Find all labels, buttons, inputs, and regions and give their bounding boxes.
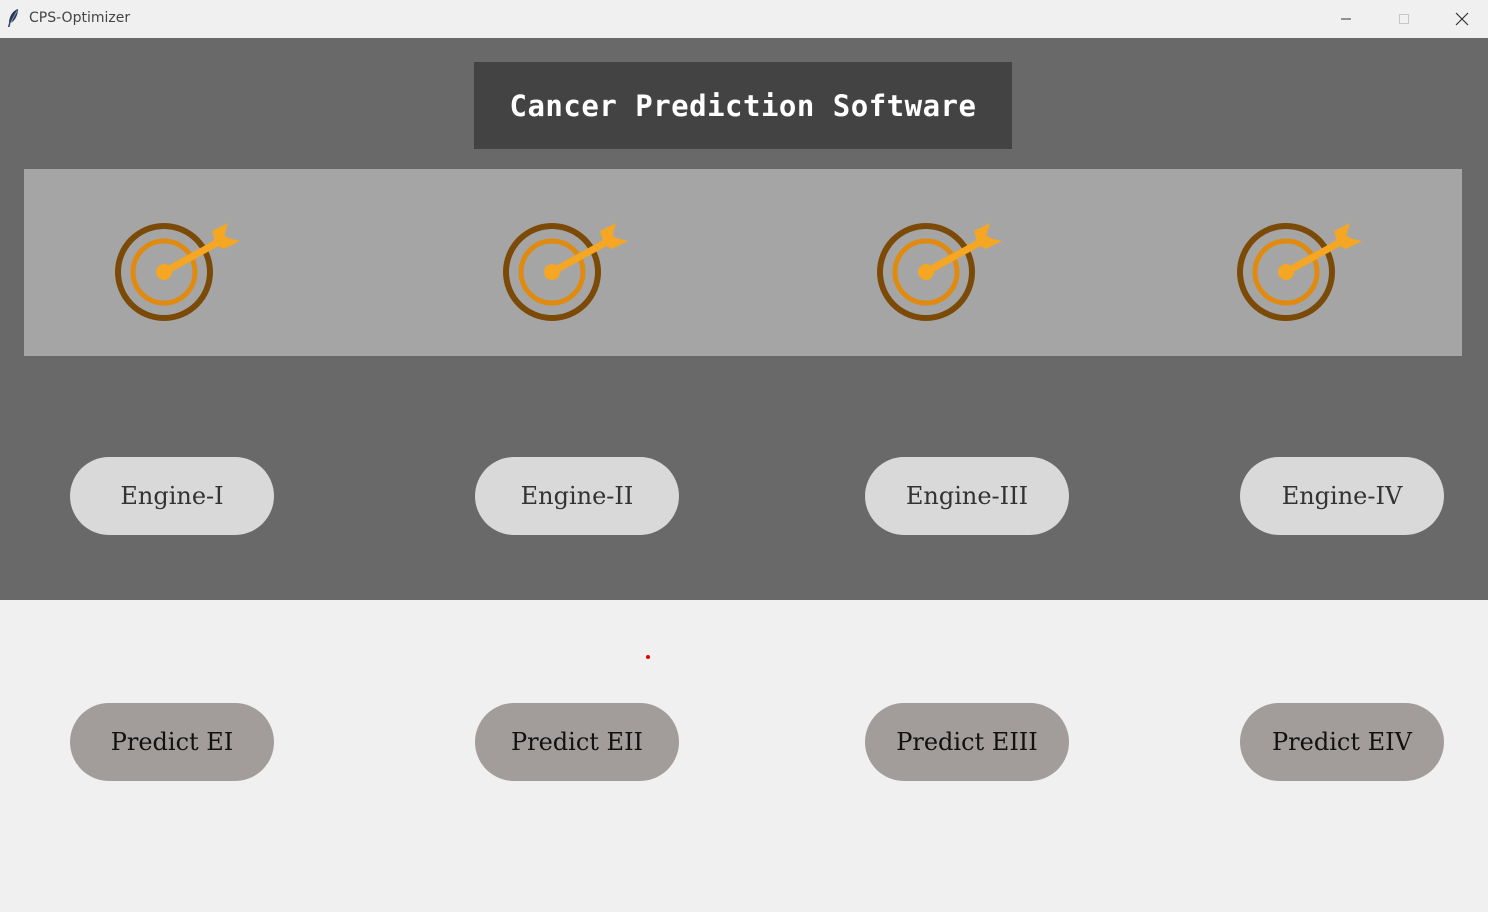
minimize-button[interactable] bbox=[1317, 0, 1375, 38]
close-button[interactable] bbox=[1433, 0, 1488, 38]
target-arrow-icon bbox=[115, 223, 240, 321]
engine-3-button[interactable]: Engine-III bbox=[865, 457, 1069, 535]
predict-e2-label: Predict EII bbox=[510, 728, 644, 756]
predict-e4-button[interactable]: Predict EIV bbox=[1240, 703, 1444, 781]
feather-icon bbox=[8, 9, 18, 27]
engine-1-button[interactable]: Engine-I bbox=[70, 457, 274, 535]
engine-2-button[interactable]: Engine-II bbox=[475, 457, 679, 535]
status-dot bbox=[646, 655, 650, 659]
engine-2-label: Engine-II bbox=[520, 482, 634, 510]
title-banner: Cancer Prediction Software bbox=[474, 62, 1012, 149]
predict-e2-button[interactable]: Predict EII bbox=[475, 703, 679, 781]
minimize-icon bbox=[1341, 18, 1351, 20]
header-panel: Cancer Prediction Software Engine-I Engi… bbox=[0, 38, 1488, 600]
target-arrow-icon bbox=[503, 223, 628, 321]
target-arrow-icon bbox=[1237, 223, 1362, 321]
engine-4-button[interactable]: Engine-IV bbox=[1240, 457, 1444, 535]
engine-1-label: Engine-I bbox=[120, 482, 224, 510]
predict-e1-label: Predict EI bbox=[110, 728, 234, 756]
app-window: CPS-Optimizer Cancer Prediction Software bbox=[0, 0, 1488, 912]
maximize-icon bbox=[1399, 14, 1409, 24]
close-icon bbox=[1455, 12, 1469, 26]
predict-e4-label: Predict EIV bbox=[1272, 728, 1412, 756]
maximize-button[interactable] bbox=[1375, 0, 1433, 38]
window-title: CPS-Optimizer bbox=[29, 10, 131, 26]
predict-e3-button[interactable]: Predict EIII bbox=[865, 703, 1069, 781]
engine-4-label: Engine-IV bbox=[1281, 482, 1403, 510]
title-bar: CPS-Optimizer bbox=[0, 0, 1488, 38]
engine-3-label: Engine-III bbox=[905, 482, 1029, 510]
icon-strip bbox=[24, 169, 1462, 356]
target-arrow-icon bbox=[877, 223, 1002, 321]
predict-e3-label: Predict EIII bbox=[896, 728, 1038, 756]
page-title: Cancer Prediction Software bbox=[509, 88, 977, 123]
predict-e1-button[interactable]: Predict EI bbox=[70, 703, 274, 781]
